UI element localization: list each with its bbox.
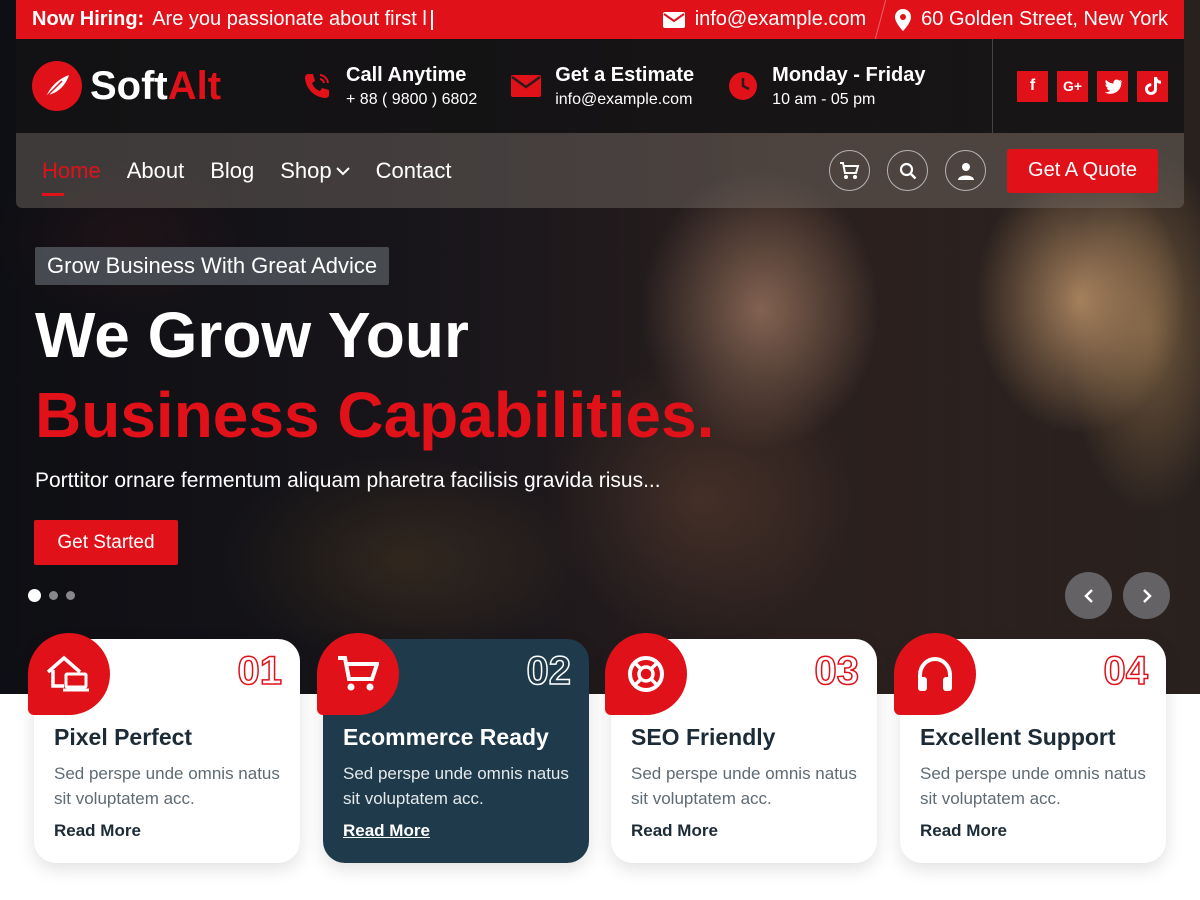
feature-card-excellent-support: 04 Excellent Support Sed perspe unde omn… <box>894 633 1166 863</box>
nav-item-home[interactable]: Home <box>42 157 101 196</box>
card-number: 01 <box>237 648 283 694</box>
envelope-icon <box>511 75 542 97</box>
card-title: SEO Friendly <box>631 724 776 750</box>
cart-button[interactable] <box>829 150 871 191</box>
twitter-icon[interactable] <box>1097 70 1128 102</box>
nav-item-contact[interactable]: Contact <box>376 158 452 184</box>
hero-description: Porttitor ornare fermentum aliquam phare… <box>35 469 661 492</box>
card-title: Excellent Support <box>920 724 1116 750</box>
hero-headline-line2: Business Capabilities. <box>35 379 715 451</box>
get-a-quote-button[interactable]: Get A Quote <box>1007 148 1158 193</box>
feather-logo-icon <box>32 61 82 111</box>
slider-dots <box>28 589 75 602</box>
facebook-icon[interactable]: f <box>1017 70 1048 102</box>
nav-label-blog: Blog <box>210 157 255 183</box>
top-bar: Now Hiring: Are you passionate about fir… <box>16 0 1184 39</box>
site-header: SoftAlt Call Anytime + 88 ( 9800 ) 6802 … <box>16 39 1184 133</box>
google-plus-glyph: G+ <box>1062 78 1083 94</box>
card-title: Ecommerce Ready <box>343 724 549 750</box>
slider-next-button[interactable] <box>1123 572 1170 619</box>
headphones-icon <box>918 656 952 691</box>
card-icon-badge <box>894 633 976 715</box>
card-description: Sed perspe unde omnis natus sit voluptat… <box>343 764 569 808</box>
topbar-email[interactable]: info@example.com <box>662 8 867 31</box>
topbar-divider <box>874 0 887 39</box>
feature-card-pixel-perfect: 01 Pixel Perfect Sed perspe unde omnis n… <box>28 633 300 863</box>
hero-headline-line1: We Grow Your <box>35 299 469 371</box>
slider-dot-1[interactable] <box>28 589 41 602</box>
chevron-down-icon <box>335 166 350 175</box>
envelope-icon <box>662 11 685 28</box>
contact-call[interactable]: Call Anytime + 88 ( 9800 ) 6802 <box>302 64 477 109</box>
topbar-email-text: info@example.com <box>694 8 867 30</box>
card-number: 04 <box>1103 648 1149 694</box>
card-description: Sed perspe unde omnis natus sit voluptat… <box>54 764 280 808</box>
nav-label-about: About <box>126 157 185 183</box>
search-icon <box>899 162 916 179</box>
nav-label-shop: Shop <box>280 157 332 183</box>
nav-item-blog[interactable]: Blog <box>210 158 254 184</box>
home-laptop-icon <box>46 655 89 692</box>
contact-hours: Monday - Friday 10 am - 05 pm <box>728 63 926 109</box>
hero-tagline: Grow Business With Great Advice <box>35 247 390 285</box>
card-number: 03 <box>814 648 860 694</box>
social-links: f G+ <box>1017 70 1168 102</box>
card-description: Sed perspe unde omnis natus sit voluptat… <box>631 764 857 808</box>
phone-icon <box>305 74 329 98</box>
nav-label-contact: Contact <box>375 157 452 183</box>
contact-hours-title: Monday - Friday <box>772 63 926 86</box>
map-pin-icon <box>895 8 912 31</box>
read-more-link[interactable]: Read More <box>920 821 1007 841</box>
contact-estimate-email: info@example.com <box>555 90 693 108</box>
feature-card-seo-friendly: 03 SEO Friendly Sed perspe unde omnis na… <box>605 633 877 863</box>
slider-dot-3[interactable] <box>66 591 75 600</box>
contact-estimate-title: Get a Estimate <box>555 63 695 86</box>
logo-text-alt: Alt <box>167 63 222 108</box>
card-icon-badge <box>317 633 399 715</box>
facebook-glyph: f <box>1029 77 1036 94</box>
account-button[interactable] <box>945 150 987 191</box>
card-description: Sed perspe unde omnis natus sit voluptat… <box>920 764 1146 808</box>
logo-text: SoftAlt <box>90 64 221 109</box>
read-more-link[interactable]: Read More <box>343 821 430 841</box>
chevron-left-icon <box>1083 588 1093 603</box>
card-icon-badge <box>605 633 687 715</box>
slider-dot-2[interactable] <box>49 591 58 600</box>
contact-call-title: Call Anytime <box>346 63 467 86</box>
site-logo[interactable]: SoftAlt <box>32 61 302 111</box>
feature-card-ecommerce-ready: 02 Ecommerce Ready Sed perspe unde omnis… <box>317 633 589 863</box>
hiring-ticker-text: Are you passionate about first l <box>152 8 433 31</box>
lifebuoy-icon <box>628 656 664 692</box>
card-title: Pixel Perfect <box>54 724 193 750</box>
card-number: 02 <box>526 648 572 694</box>
nav-label-home: Home <box>42 157 101 183</box>
slider-prev-button[interactable] <box>1065 572 1112 619</box>
read-more-link[interactable]: Read More <box>54 821 141 841</box>
text-caret <box>430 9 433 30</box>
card-icon-badge <box>28 633 110 715</box>
contact-call-number: + 88 ( 9800 ) 6802 <box>346 90 478 108</box>
user-icon <box>957 162 974 180</box>
read-more-link[interactable]: Read More <box>631 821 718 841</box>
clock-icon <box>729 72 758 100</box>
cart-icon <box>839 161 859 179</box>
get-started-button[interactable]: Get Started <box>34 520 178 565</box>
header-divider <box>992 39 993 133</box>
cart-icon <box>338 656 379 691</box>
contact-hours-time: 10 am - 05 pm <box>772 90 876 108</box>
nav-item-shop[interactable]: Shop <box>280 157 350 184</box>
tiktok-icon[interactable] <box>1137 70 1168 102</box>
topbar-address[interactable]: 60 Golden Street, New York <box>895 8 1168 31</box>
topbar-address-text: 60 Golden Street, New York <box>921 8 1168 30</box>
hiring-label: Now Hiring: <box>32 8 145 30</box>
contact-estimate[interactable]: Get a Estimate info@example.com <box>511 64 694 109</box>
search-button[interactable] <box>887 150 929 191</box>
google-plus-icon[interactable]: G+ <box>1057 70 1088 102</box>
hiring-text: Are you passionate about first l <box>152 8 427 30</box>
logo-text-soft: Soft <box>90 63 168 108</box>
nav-item-about[interactable]: About <box>127 158 185 184</box>
main-navigation: Home About Blog Shop Contact Get A Quote <box>16 133 1184 208</box>
chevron-right-icon <box>1142 588 1152 603</box>
